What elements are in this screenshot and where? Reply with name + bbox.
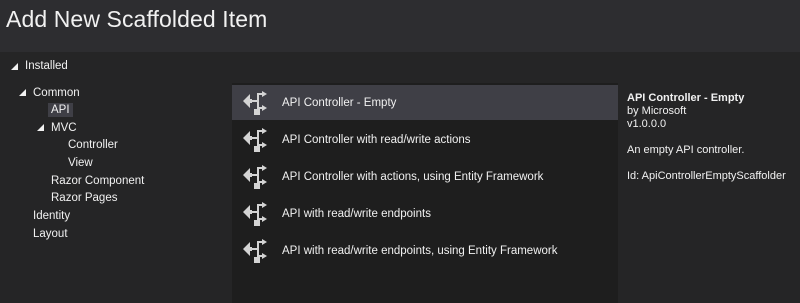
tree-node-mvc[interactable]: MVC	[36, 119, 77, 136]
expanded-triangle-icon[interactable]	[10, 62, 19, 71]
api-controller-icon	[240, 162, 270, 192]
template-item-label: API with read/write endpoints	[282, 207, 431, 220]
details-version: v1.0.0.0	[627, 118, 667, 130]
tree-node-label: Layout	[33, 227, 68, 240]
template-item-api-controller-empty[interactable]: API Controller - Empty	[232, 85, 618, 120]
title-bar: Add New Scaffolded Item	[0, 0, 800, 52]
api-controller-icon	[240, 125, 270, 155]
template-item-label: API Controller with actions, using Entit…	[282, 170, 544, 183]
tree-node-label: View	[68, 156, 93, 169]
tree-node-label: API	[48, 102, 73, 117]
template-list[interactable]: API Controller - Empty API Controller wi…	[232, 83, 618, 303]
tree-node-label: MVC	[51, 121, 77, 134]
api-controller-icon	[240, 199, 270, 229]
details-panel: API Controller - Empty by Microsoft v1.0…	[627, 92, 797, 183]
template-item-label: API with read/write endpoints, using Ent…	[282, 244, 558, 257]
details-title: API Controller - Empty	[627, 92, 745, 104]
tree-node-identity[interactable]: Identity	[33, 207, 70, 224]
tree-node-label: Installed	[25, 60, 68, 72]
template-item-label: API Controller - Empty	[282, 96, 397, 109]
tree-node-layout[interactable]: Layout	[33, 225, 68, 242]
details-id: Id: ApiControllerEmptyScaffolder	[627, 170, 786, 182]
tree-node-view[interactable]: View	[68, 154, 93, 171]
tree-node-api[interactable]: API	[48, 101, 73, 118]
template-item-api-controller-entity-framework[interactable]: API Controller with actions, using Entit…	[232, 159, 618, 194]
tree-node-razor-component[interactable]: Razor Component	[51, 172, 144, 189]
tree-node-label: Identity	[33, 209, 71, 222]
template-item-api-endpoints-entity-framework[interactable]: API with read/write endpoints, using Ent…	[232, 233, 618, 268]
tree-node-common[interactable]: Common	[18, 84, 80, 101]
tree-node-label: Common	[33, 86, 80, 99]
api-controller-icon	[240, 236, 270, 266]
tree-node-razor-pages[interactable]: Razor Pages	[51, 189, 117, 206]
api-controller-icon	[240, 88, 270, 118]
expanded-triangle-icon[interactable]	[18, 88, 27, 97]
expanded-triangle-icon[interactable]	[36, 123, 45, 132]
dialog-title: Add New Scaffolded Item	[6, 6, 268, 32]
template-item-label: API Controller with read/write actions	[282, 133, 471, 146]
details-description: An empty API controller.	[627, 144, 745, 156]
tree-node-label: Controller	[68, 138, 118, 151]
tree-node-installed[interactable]: Installed	[10, 58, 68, 74]
template-item-api-read-write-endpoints[interactable]: API with read/write endpoints	[232, 196, 618, 231]
add-scaffolded-item-dialog: Add New Scaffolded Item Installed Common…	[0, 0, 800, 303]
template-item-api-controller-read-write[interactable]: API Controller with read/write actions	[232, 122, 618, 157]
tree-node-label: Razor Pages	[51, 191, 118, 204]
tree-node-label: Razor Component	[51, 174, 145, 187]
details-author: by Microsoft	[627, 105, 687, 117]
tree-node-controller[interactable]: Controller	[68, 136, 118, 153]
